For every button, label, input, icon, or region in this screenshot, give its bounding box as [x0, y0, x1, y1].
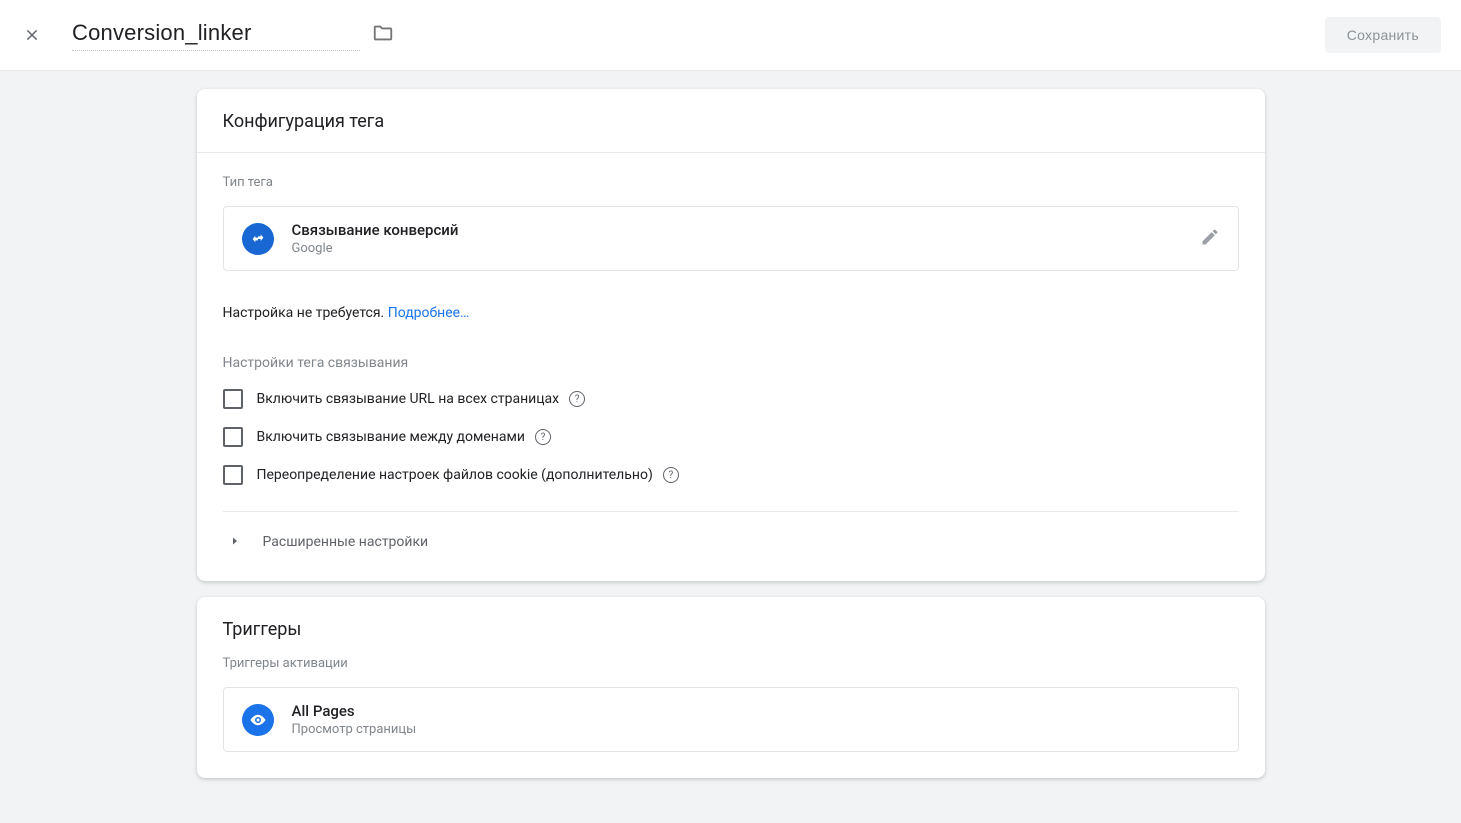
help-icon[interactable]: ?: [535, 429, 551, 445]
trigger-name: All Pages: [292, 702, 417, 720]
help-icon[interactable]: ?: [663, 467, 679, 483]
activation-triggers-label: Триггеры активации: [223, 656, 1239, 671]
option-label: Включить связывание URL на всех страница…: [257, 391, 560, 407]
folder-icon: [372, 22, 394, 44]
advanced-settings-label: Расширенные настройки: [263, 534, 429, 550]
conversion-linker-icon: [242, 223, 274, 255]
pageview-icon: [242, 704, 274, 736]
tag-type-label: Тип тега: [223, 175, 1239, 190]
close-button[interactable]: [20, 23, 44, 47]
save-button[interactable]: Сохранить: [1325, 17, 1441, 53]
option-cross-domain: Включить связывание между доменами ?: [223, 427, 1239, 447]
tag-config-title: Конфигурация тега: [197, 89, 1265, 153]
advanced-settings-toggle[interactable]: Расширенные настройки: [223, 512, 1239, 555]
triggers-title: Триггеры: [197, 597, 1265, 648]
folder-button[interactable]: [372, 22, 394, 48]
dialog-header: Сохранить: [0, 0, 1461, 71]
tag-config-card: Конфигурация тега Тип тега Связывание ко…: [197, 89, 1265, 581]
trigger-type: Просмотр страницы: [292, 722, 417, 737]
option-label: Включить связывание между доменами: [257, 429, 525, 445]
option-label: Переопределение настроек файлов cookie (…: [257, 467, 653, 483]
checkbox-cookie-override[interactable]: [223, 465, 243, 485]
help-icon[interactable]: ?: [569, 391, 585, 407]
linker-settings-heading: Настройки тега связывания: [223, 355, 1239, 371]
triggers-card: Триггеры Триггеры активации All Pages Пр…: [197, 597, 1265, 778]
tag-type-name: Связывание конверсий: [292, 221, 1200, 239]
option-cookie-override: Переопределение настроек файлов cookie (…: [223, 465, 1239, 485]
edit-tag-type-button[interactable]: [1200, 227, 1220, 251]
learn-more-link[interactable]: Подробнее…: [388, 305, 470, 321]
trigger-row[interactable]: All Pages Просмотр страницы: [223, 687, 1239, 752]
pencil-icon: [1200, 227, 1220, 247]
tag-type-vendor: Google: [292, 241, 1200, 256]
no-setup-text: Настройка не требуется. Подробнее…: [223, 305, 1239, 321]
option-url-linking: Включить связывание URL на всех страница…: [223, 389, 1239, 409]
tag-type-selector[interactable]: Связывание конверсий Google: [223, 206, 1239, 271]
checkbox-url-linking[interactable]: [223, 389, 243, 409]
close-icon: [24, 27, 40, 43]
chevron-right-icon: [229, 532, 241, 551]
checkbox-cross-domain[interactable]: [223, 427, 243, 447]
tag-name-input[interactable]: [72, 20, 360, 51]
